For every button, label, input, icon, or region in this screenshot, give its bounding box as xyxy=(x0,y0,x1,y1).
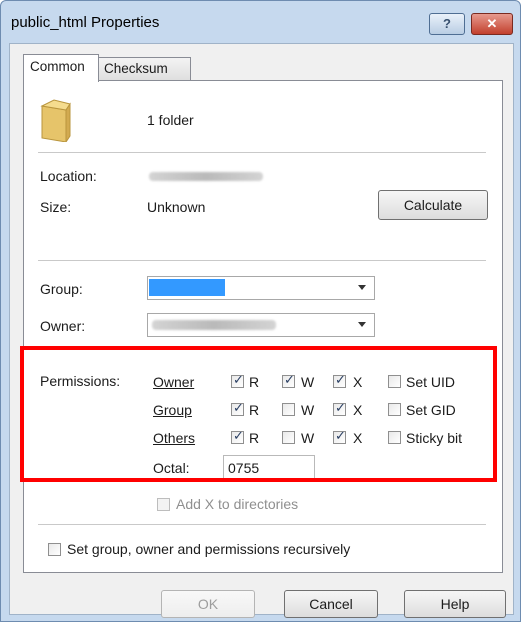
add-x-checkbox[interactable] xyxy=(157,498,170,511)
calculate-button[interactable]: Calculate xyxy=(378,190,488,220)
group-dropdown[interactable] xyxy=(147,276,375,300)
set-gid-checkbox[interactable] xyxy=(388,403,401,416)
owner-value-redacted xyxy=(152,320,276,330)
others-execute-checkbox[interactable] xyxy=(333,429,346,444)
tab-common[interactable]: Common xyxy=(23,54,99,82)
set-gid-label: Set GID xyxy=(406,402,456,418)
help-title-button[interactable]: ? xyxy=(429,13,465,35)
octal-label: Octal: xyxy=(153,460,190,476)
group-execute-label: X xyxy=(353,402,363,418)
group-write-label: W xyxy=(301,402,315,418)
owner-dropdown[interactable] xyxy=(147,313,375,337)
size-value: Unknown xyxy=(147,199,206,215)
owner-write-checkbox[interactable] xyxy=(282,373,295,388)
chevron-down-icon xyxy=(358,322,366,327)
tab-checksum[interactable]: Checksum xyxy=(97,57,191,81)
others-read-label: R xyxy=(249,430,260,446)
owner-write-label: W xyxy=(301,374,315,390)
others-execute-label: X xyxy=(353,430,363,446)
separator-2 xyxy=(38,260,486,261)
window-title: public_html Properties xyxy=(11,14,160,31)
set-uid-label: Set UID xyxy=(406,374,456,390)
separator-1 xyxy=(38,152,486,153)
owner-execute-checkbox[interactable] xyxy=(333,373,346,388)
set-uid-checkbox[interactable] xyxy=(388,375,401,388)
group-read-label: R xyxy=(249,402,260,418)
separator-3 xyxy=(38,347,486,348)
title-bar[interactable]: public_html Properties ? ✕ xyxy=(1,1,520,43)
octal-input[interactable]: 0755 xyxy=(223,455,315,479)
close-button[interactable]: ✕ xyxy=(471,13,513,35)
group-write-checkbox[interactable] xyxy=(282,403,295,416)
owner-execute-label: X xyxy=(353,374,363,390)
owner-read-label: R xyxy=(249,374,260,390)
help-button[interactable]: Help xyxy=(404,590,506,618)
chevron-down-icon xyxy=(358,285,366,290)
sticky-bit-checkbox[interactable] xyxy=(388,431,401,444)
group-label: Group: xyxy=(40,281,83,297)
recursive-label: Set group, owner and permissions recursi… xyxy=(67,541,351,557)
ok-button[interactable]: OK xyxy=(161,590,255,618)
others-perm-label: Others xyxy=(153,430,196,446)
others-read-checkbox[interactable] xyxy=(231,429,244,444)
group-read-checkbox[interactable] xyxy=(231,401,244,416)
others-write-checkbox[interactable] xyxy=(282,431,295,444)
size-label: Size: xyxy=(40,199,72,215)
location-value-redacted xyxy=(149,172,263,181)
location-label: Location: xyxy=(40,168,97,184)
permissions-label: Permissions: xyxy=(40,373,121,389)
owner-read-checkbox[interactable] xyxy=(231,373,244,388)
sticky-bit-label: Sticky bit xyxy=(406,430,463,446)
summary-text: 1 folder xyxy=(147,112,194,128)
owner-label: Owner: xyxy=(40,318,86,334)
group-execute-checkbox[interactable] xyxy=(333,401,346,416)
others-write-label: W xyxy=(301,430,315,446)
cancel-button[interactable]: Cancel xyxy=(284,590,378,618)
owner-perm-label: Owner xyxy=(153,374,195,390)
recursive-checkbox[interactable] xyxy=(48,543,61,556)
group-selected-value-redacted xyxy=(149,279,225,296)
group-perm-label: Group xyxy=(153,402,192,418)
separator-4 xyxy=(38,524,486,525)
add-x-label: Add X to directories xyxy=(176,496,299,512)
folder-icon xyxy=(40,99,71,142)
